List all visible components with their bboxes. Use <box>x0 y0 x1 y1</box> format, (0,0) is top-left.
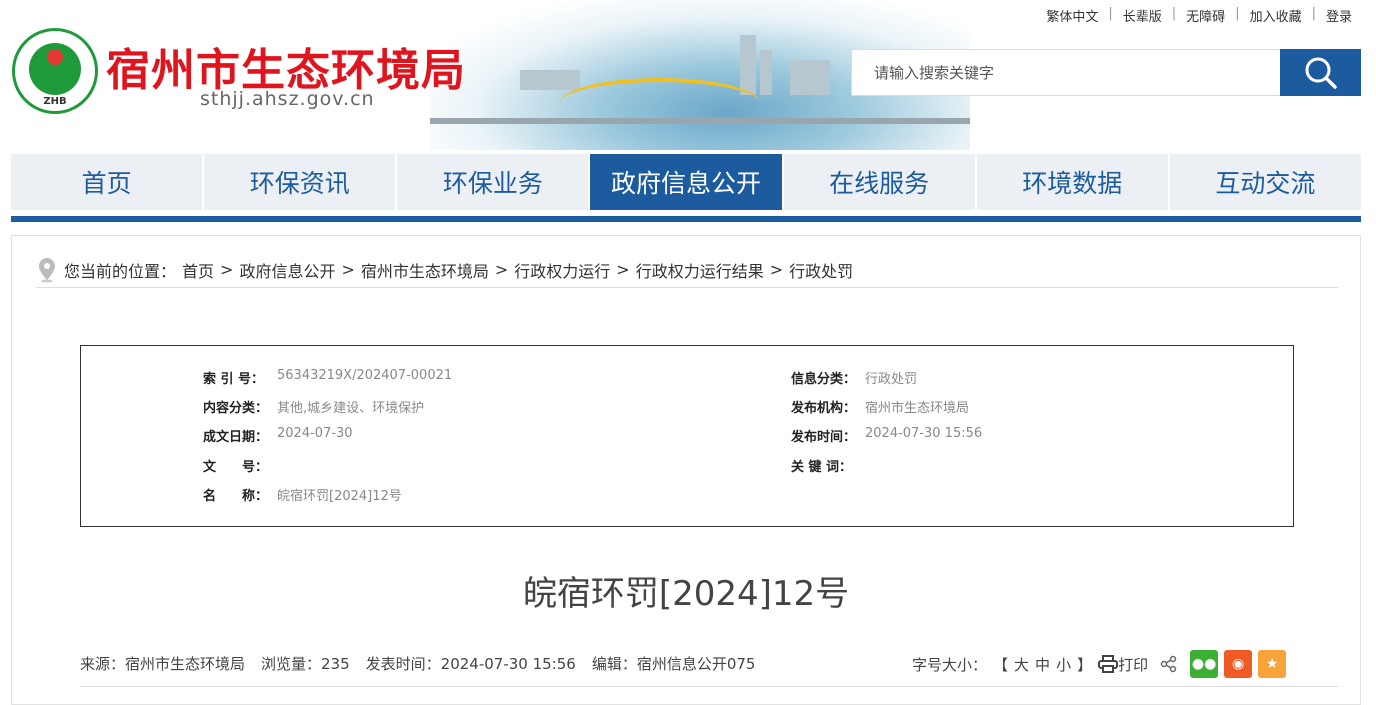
search-box <box>851 49 1361 96</box>
nav-divider <box>11 216 1361 222</box>
share-icon[interactable] <box>1160 655 1178 673</box>
article-editor: 编辑：宿州信息公开075 <box>591 655 756 673</box>
meta-value: 56343219X/202407-00021 <box>277 368 453 383</box>
meta-key: 索 引 号： <box>203 372 265 387</box>
breadcrumb-item[interactable]: 行政处罚 <box>789 258 853 282</box>
meta-value: 2024-07-30 <box>277 426 353 441</box>
meta-key: 内容分类： <box>203 401 269 416</box>
font-size-label: 字号大小： <box>912 655 988 674</box>
meta-key: 信息分类： <box>791 372 857 387</box>
link-elder[interactable]: 长辈版 <box>1113 6 1172 25</box>
wechat-share-icon[interactable]: ●● <box>1190 650 1219 678</box>
search-input[interactable] <box>852 50 1272 95</box>
meta-key: 名 称： <box>203 489 269 504</box>
nav-gov-info[interactable]: 政府信息公开 <box>590 154 782 210</box>
breadcrumb-item[interactable]: 政府信息公开 <box>239 258 335 282</box>
font-small-button[interactable]: 小 <box>1056 654 1071 675</box>
article-views: 浏览量：235 <box>261 655 350 673</box>
meta-key: 成文日期： <box>203 430 269 445</box>
divider <box>80 686 1338 687</box>
font-large-button[interactable]: 大 <box>1014 654 1029 675</box>
meta-value: 宿州市生态环境局 <box>865 401 970 416</box>
article-tools: 字号大小： 【 大 中 小 】 打印 ●● ◉ ★ <box>912 650 1287 678</box>
breadcrumb-item[interactable]: 行政权力运行结果 <box>636 258 764 282</box>
meta-key: 发布时间： <box>791 430 857 445</box>
print-button[interactable]: 打印 <box>1118 654 1148 675</box>
meta-value: 其他,城乡建设、环境保护 <box>277 401 425 416</box>
meta-key: 关 键 词： <box>791 460 853 475</box>
breadcrumb-item[interactable]: 首页 <box>182 258 214 282</box>
metadata-table: 索 引 号： 56343219X/202407-00021 内容分类： 其他,城乡建… <box>80 345 1294 527</box>
link-favorite[interactable]: 加入收藏 <box>1240 6 1312 25</box>
meta-key: 文 号： <box>203 460 269 475</box>
nav-news[interactable]: 环保资讯 <box>204 154 396 210</box>
printer-icon[interactable] <box>1098 655 1119 673</box>
content-panel: 您当前的位置： 首页 > 政府信息公开 > 宿州市生态环境局 > 行政权力运行 > 行政… <box>11 235 1361 705</box>
breadcrumb-item[interactable]: 宿州市生态环境局 <box>361 258 489 282</box>
search-icon <box>1305 57 1337 89</box>
article-source: 来源：宿州市生态环境局 <box>80 655 246 673</box>
bridge-arch <box>560 78 760 128</box>
location-pin-icon <box>39 257 55 282</box>
meta-value: 2024-07-30 15:56 <box>865 426 983 441</box>
article-info: 来源：宿州市生态环境局 浏览量：235 发表时间：2024-07-30 15:5… <box>80 653 755 674</box>
bracket: 】 <box>1077 655 1093 674</box>
link-traditional[interactable]: 繁体中文 <box>1036 6 1108 25</box>
main-nav: 首页 环保资讯 环保业务 政府信息公开 在线服务 环境数据 互动交流 <box>11 154 1361 210</box>
link-accessibility[interactable]: 无障碍 <box>1176 6 1235 25</box>
nav-home[interactable]: 首页 <box>11 154 203 210</box>
meta-key: 发布机构： <box>791 401 857 416</box>
nav-business[interactable]: 环保业务 <box>397 154 589 210</box>
article-title: 皖宿环罚[2024]12号 <box>522 574 850 614</box>
article-time: 发表时间：2024-07-30 15:56 <box>365 655 576 673</box>
meta-value: 皖宿环罚[2024]12号 <box>277 489 402 504</box>
top-links: 繁体中文 | 长辈版 | 无障碍 | 加入收藏 | 登录 <box>1036 6 1362 25</box>
nav-interaction[interactable]: 互动交流 <box>1169 154 1361 210</box>
breadcrumb-item[interactable]: 行政权力运行 <box>514 258 610 282</box>
qzone-share-icon[interactable]: ★ <box>1258 650 1287 678</box>
search-button[interactable] <box>1280 49 1361 96</box>
weibo-share-icon[interactable]: ◉ <box>1224 650 1253 678</box>
nav-env-data[interactable]: 环境数据 <box>976 154 1168 210</box>
font-medium-button[interactable]: 中 <box>1035 654 1050 675</box>
link-login[interactable]: 登录 <box>1316 6 1362 25</box>
site-logo[interactable]: ZHB <box>12 28 98 114</box>
bracket: 【 <box>993 655 1009 674</box>
breadcrumb: 您当前的位置： 首页 > 政府信息公开 > 宿州市生态环境局 > 行政权力运行 > 行政… <box>36 252 1338 288</box>
site-url: sthjj.ahsz.gov.cn <box>200 88 375 110</box>
breadcrumb-prefix: 您当前的位置： <box>64 261 177 281</box>
meta-value: 行政处罚 <box>865 372 918 387</box>
nav-services[interactable]: 在线服务 <box>783 154 975 210</box>
